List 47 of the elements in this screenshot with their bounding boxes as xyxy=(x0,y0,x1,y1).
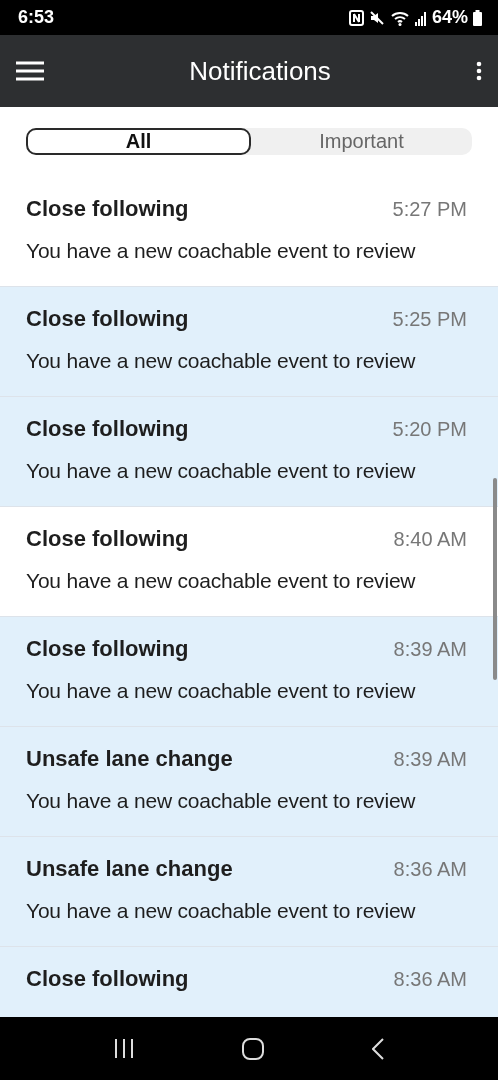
notification-title: Unsafe lane change xyxy=(26,746,233,772)
notification-item[interactable]: Close following 5:27 PM You have a new coachable event to review xyxy=(0,177,498,286)
clock-time: 6:53 xyxy=(18,7,56,28)
battery-icon xyxy=(473,9,482,26)
notification-title: Close following xyxy=(26,416,189,442)
notification-time: 8:36 AM xyxy=(393,968,467,991)
notification-item[interactable]: Close following 8:36 AM xyxy=(0,947,498,1017)
notification-time: 8:36 AM xyxy=(393,858,467,881)
recent-apps-icon[interactable] xyxy=(114,1039,134,1058)
notification-time: 5:25 PM xyxy=(392,308,467,331)
notification-title: Close following xyxy=(26,526,189,552)
notification-title: Close following xyxy=(26,636,189,662)
notification-time: 8:40 AM xyxy=(393,528,467,551)
filter-tab[interactable]: Important xyxy=(251,128,472,155)
notification-item[interactable]: Close following 5:20 PM You have a new coachable event to review xyxy=(0,397,498,506)
nfc-icon xyxy=(348,9,364,26)
notification-message: You have a new coachable event to review xyxy=(26,239,417,263)
signal-icon xyxy=(414,9,427,26)
screen-title: Notifications xyxy=(188,55,332,87)
notification-time: 5:20 PM xyxy=(392,418,467,441)
notification-message: You have a new coachable event to review xyxy=(26,349,417,373)
notification-title: Unsafe lane change xyxy=(26,856,233,882)
notification-time: 8:39 AM xyxy=(393,638,467,661)
notification-item[interactable]: Close following 8:40 AM You have a new coachable event to review xyxy=(0,507,498,616)
home-icon[interactable] xyxy=(242,1037,264,1060)
notification-time: 8:39 AM xyxy=(393,748,467,771)
notification-item[interactable]: Unsafe lane change 8:39 AM You have a new coachable event to review xyxy=(0,727,498,836)
filter-tab[interactable]: All xyxy=(26,128,251,155)
notification-message: You have a new coachable event to review xyxy=(26,679,417,703)
more-options-icon[interactable] xyxy=(476,61,482,81)
notification-title: Close following xyxy=(26,966,189,992)
notification-message: You have a new coachable event to review xyxy=(26,899,417,923)
menu-icon[interactable] xyxy=(16,61,44,81)
notification-item[interactable]: Close following 5:25 PM You have a new coachable event to review xyxy=(0,287,498,396)
battery-percent: 64% xyxy=(431,7,468,28)
notification-item[interactable]: Close following 8:39 AM You have a new coachable event to review xyxy=(0,617,498,726)
notification-title: Close following xyxy=(26,306,189,332)
back-icon[interactable] xyxy=(372,1037,384,1060)
notification-title: Close following xyxy=(26,196,189,222)
notification-time: 5:27 PM xyxy=(392,198,467,221)
scrollbar[interactable] xyxy=(493,478,497,680)
wifi-icon xyxy=(389,9,410,26)
notification-message: You have a new coachable event to review xyxy=(26,569,417,593)
notification-message: You have a new coachable event to review xyxy=(26,459,417,483)
mute-icon xyxy=(368,9,385,26)
notification-item[interactable]: Unsafe lane change 8:36 AM You have a new coachable event to review xyxy=(0,837,498,946)
notification-message: You have a new coachable event to review xyxy=(26,789,417,813)
